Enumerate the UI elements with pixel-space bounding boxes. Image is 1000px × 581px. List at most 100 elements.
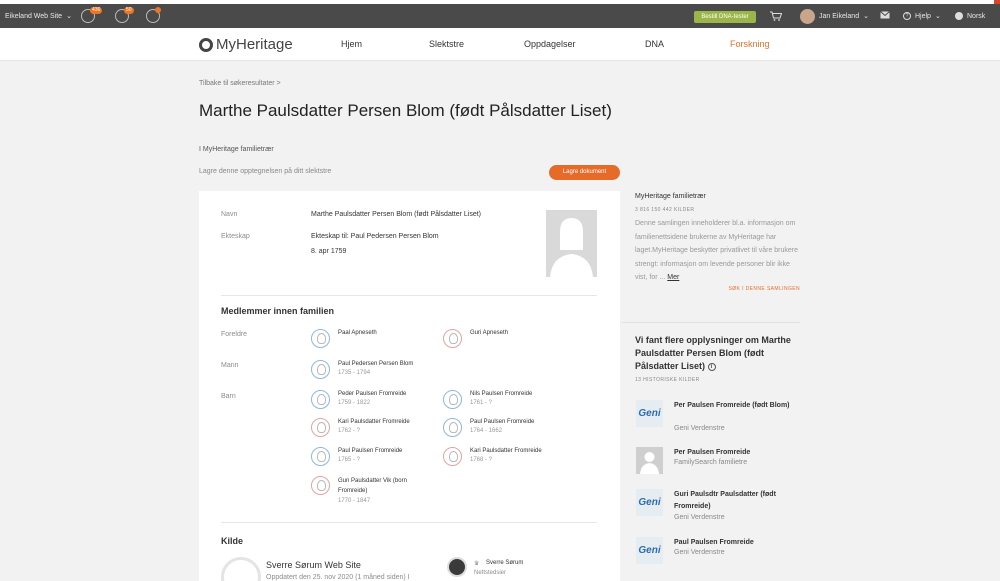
male-avatar-icon	[443, 418, 462, 437]
geni-logo-icon: Geni	[636, 400, 663, 427]
chevron-down-icon: ⌄	[863, 13, 869, 20]
save-record-text: Lagre denne opptegnelsen på ditt slektst…	[199, 168, 332, 175]
user-avatar[interactable]	[800, 9, 815, 24]
order-dna-button[interactable]: Bestill DNA-tester	[694, 11, 756, 23]
member-name: Guri Apneseth	[470, 330, 509, 336]
chevron-down-icon: ⌄	[934, 13, 941, 20]
inbox-icon[interactable]: 50	[115, 7, 134, 23]
owner-avatar[interactable]	[447, 557, 467, 577]
member-name: Paul Paulsen Fromreide	[338, 448, 403, 454]
record-match[interactable]: Geni Per Paulsen Fromreide (født Blom) G…	[636, 400, 801, 440]
member-dates: 1768 - ?	[470, 457, 493, 463]
member-name: Paal Apneseth	[338, 330, 377, 336]
divider	[622, 322, 800, 323]
collection-subtitle: I MyHeritage familietrær	[199, 146, 274, 153]
member-dates: 1770 - 1847	[338, 498, 371, 504]
record-card: Navn Marthe Paulsdatter Persen Blom (fød…	[199, 191, 620, 581]
female-avatar-icon	[443, 447, 462, 466]
record-match[interactable]: Per Paulsen Fromreide FamilySearch famil…	[636, 447, 801, 477]
member-name: Gun Paulsdatter Vik (born Fromreide)	[338, 478, 407, 494]
language-label: Norsk	[967, 12, 986, 20]
member-dates: 1764 - 1662	[470, 428, 503, 434]
record-source: Geni Verdenstre	[674, 549, 725, 556]
owner-role: Nettstedsier	[474, 570, 507, 576]
member-dates: 1765 - ?	[338, 457, 361, 463]
member-name: Peder Paulsen Fromreide	[338, 391, 407, 397]
member-name: Nils Paulsen Fromreide	[470, 391, 533, 397]
mail-icon[interactable]	[880, 11, 890, 19]
cart-icon[interactable]	[770, 11, 782, 21]
marriage-value: Ekteskap til: Paul Pedersen Persen Blom	[311, 233, 439, 240]
alert-dot	[155, 7, 161, 13]
male-avatar-icon	[311, 329, 330, 348]
site-selector[interactable]: Eikeland Web Site ⌄	[5, 12, 72, 21]
male-avatar-icon	[311, 447, 330, 466]
back-to-results-link[interactable]: Tilbake til søkeresultater >	[199, 80, 281, 87]
marriage-label: Ekteskap	[221, 233, 250, 240]
female-avatar-icon	[311, 476, 330, 495]
user-menu[interactable]: Jan Eikeland ⌄	[819, 12, 869, 21]
chevron-down-icon: ⌄	[66, 13, 72, 20]
collection-description-text: Denne samlingen inneholderer bl.a. infor…	[635, 220, 799, 281]
nav-family-tree[interactable]: Slektstre	[429, 39, 464, 49]
male-avatar-icon	[311, 390, 330, 409]
nav-dna[interactable]: DNA	[645, 39, 664, 49]
nav-home[interactable]: Hjem	[341, 39, 362, 49]
logo-icon	[199, 37, 213, 52]
collection-description: Denne samlingen inneholderer bl.a. infor…	[635, 217, 800, 281]
search-collection-link[interactable]: SØK I DENNE SAMLINGEN	[635, 286, 800, 292]
more-link[interactable]: Mer	[667, 274, 679, 281]
record-source: FamilySearch familietre	[674, 459, 748, 466]
info-icon[interactable]: i	[707, 362, 716, 371]
family-members-title: Medlemmer innen familien	[221, 306, 335, 316]
silhouette-icon	[550, 218, 593, 277]
nav-research[interactable]: Forskning	[730, 39, 770, 49]
divider	[221, 522, 597, 523]
nav-discoveries[interactable]: Oppdagelser	[524, 39, 576, 49]
record-match[interactable]: Geni Guri Paulsdtr Paulsdatter (født Fro…	[636, 489, 801, 529]
record-name: Per Paulsen Fromreide	[674, 449, 751, 456]
more-info-title: Vi fant flere opplysninger om Marthe Pau…	[635, 334, 800, 373]
source-site-link[interactable]: Sverre Sørum Web Site	[266, 560, 361, 570]
record-match[interactable]: Geni Paul Paulsen Fromreide Geni Verdens…	[636, 537, 801, 567]
member-name: Paul Paulsen Fromreide	[470, 419, 535, 425]
record-name: Per Paulsen Fromreide (født Blom)	[674, 402, 790, 409]
collection-title[interactable]: MyHeritage familietrær	[635, 193, 800, 200]
divider	[221, 295, 597, 296]
help-menu[interactable]: ? Hjelp ⌄	[903, 12, 941, 20]
member-dates: 1761 - ?	[470, 400, 493, 406]
tools-icon[interactable]	[146, 7, 161, 23]
member-dates: 1735 - 1794	[338, 370, 371, 376]
children-label: Barn	[221, 393, 236, 400]
collection-count: 3 816 150 442 KILDER	[635, 207, 695, 213]
parents-label: Foreldre	[221, 331, 248, 338]
profile-photo-placeholder	[546, 210, 597, 277]
myheritage-logo[interactable]: MyHeritage	[199, 36, 293, 53]
sync-icon[interactable]: 436	[81, 7, 103, 23]
crown-icon: ♛	[474, 561, 480, 567]
help-label: Hjelp	[915, 12, 931, 20]
globe-icon	[955, 12, 963, 20]
female-avatar-icon	[443, 329, 462, 348]
collection-panel: MyHeritage familietrær 3 816 150 442 KIL…	[635, 193, 800, 292]
person-placeholder-icon	[636, 447, 663, 474]
record-name: Paul Paulsen Fromreide	[674, 539, 754, 546]
top-bar: Eikeland Web Site ⌄ 436 50 Bestill DNA-t…	[0, 4, 1000, 28]
logo-text: MyHeritage	[216, 36, 293, 53]
husband-label: Mann	[221, 362, 239, 369]
record-source: Geni Verdenstre	[674, 514, 725, 521]
marriage-date: 8. apr 1759	[311, 248, 347, 255]
member-dates: 1762 - ?	[338, 428, 361, 434]
more-info-panel: Vi fant flere opplysninger om Marthe Pau…	[635, 334, 800, 383]
site-name: Eikeland Web Site	[5, 12, 63, 20]
inbox-badge: 50	[124, 7, 134, 14]
save-record-button[interactable]: Lagre dokument	[549, 165, 620, 180]
source-updated: Oppdatert den 25. nov 2020 (1 måned side…	[266, 574, 410, 581]
owner-name[interactable]: Sverre Sørum	[486, 560, 523, 566]
source-title: Kilde	[221, 536, 244, 546]
language-menu[interactable]: Norsk	[955, 12, 985, 20]
historical-records-count: 13 HISTORISKE KILDER	[635, 377, 700, 383]
record-name: Guri Paulsdtr Paulsdatter (født Fromreid…	[674, 491, 776, 510]
female-avatar-icon	[311, 418, 330, 437]
male-avatar-icon	[443, 390, 462, 409]
